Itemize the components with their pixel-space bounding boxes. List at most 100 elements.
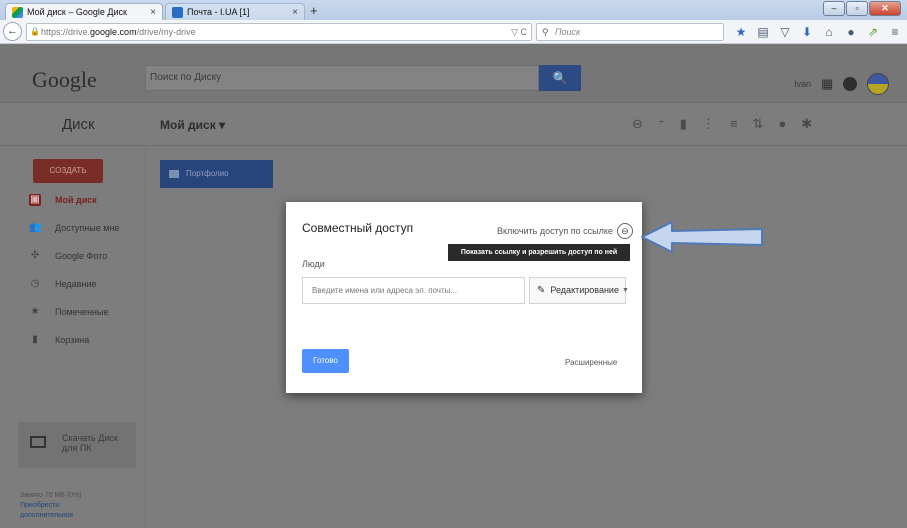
people-label: Люди xyxy=(302,259,325,269)
chat-icon[interactable]: ● xyxy=(840,22,862,42)
drive-search-input[interactable]: Поиск по Диску xyxy=(145,65,539,91)
sidebar-item-label: Доступные мне xyxy=(55,223,120,233)
url-prefix: https://drive. xyxy=(41,27,91,37)
pencil-icon: ✎ xyxy=(537,285,546,296)
download-label-line1: Скачать Диск xyxy=(62,433,118,443)
link-tooltip: Показать ссылку и разрешить доступ по не… xyxy=(448,244,630,261)
folder-item[interactable]: Портфолио xyxy=(160,160,273,188)
arrow-shape xyxy=(641,221,763,253)
sidebar-item-label: Недавние xyxy=(55,279,97,289)
more-icon[interactable]: ⋮ xyxy=(702,116,715,132)
sidebar-item-shared[interactable]: 👥 Доступные мне xyxy=(0,217,145,239)
address-bar[interactable]: 🔒 https://drive.google.com/drive/my-driv… xyxy=(26,23,532,41)
back-button[interactable]: ← xyxy=(3,22,22,41)
sidebar-item-trash[interactable]: ▮ Корзина xyxy=(0,329,145,351)
create-button[interactable]: СОЗДАТЬ xyxy=(33,159,103,183)
sidebar-item-my-drive[interactable]: ▣ Мой диск xyxy=(0,189,145,211)
download-drive-button[interactable]: Скачать Диск для ПК xyxy=(18,422,136,468)
star-icon: ★ xyxy=(30,306,40,317)
photos-icon: ✣ xyxy=(30,250,40,261)
sidebar-item-recent[interactable]: ◷ Недавние xyxy=(0,273,145,295)
settings-icon[interactable]: ✱ xyxy=(801,116,812,132)
buy-storage-link-line2[interactable]: дополнительное xyxy=(20,511,82,521)
folder-name: Портфолио xyxy=(186,169,229,178)
enable-link-sharing-button[interactable]: Включить доступ по ссылке ⊖ xyxy=(497,223,633,239)
link-icon[interactable]: ⊖ xyxy=(616,223,633,239)
app-title: Диск xyxy=(62,116,95,133)
tab-close-icon[interactable]: × xyxy=(150,7,156,18)
clock-icon: ◷ xyxy=(30,278,40,289)
notifications-icon[interactable] xyxy=(843,77,858,91)
lock-icon: 🔒 xyxy=(30,27,40,36)
star-icon[interactable]: ★ xyxy=(730,22,752,42)
buy-storage-link[interactable]: Приобрести xyxy=(20,501,82,511)
browser-navbar: ← 🔒 https://drive.google.com/drive/my-dr… xyxy=(0,20,907,44)
window-controls: – ▫ ✕ xyxy=(823,1,901,16)
share-dialog: Совместный доступ Включить доступ по ссы… xyxy=(286,202,642,393)
storage-info: Занято 70 МБ (0%) Приобрести дополнитель… xyxy=(20,491,82,521)
sidebar-divider xyxy=(145,147,146,528)
monitor-icon xyxy=(30,436,46,448)
info-icon[interactable]: ● xyxy=(778,116,786,132)
done-button[interactable]: Готово xyxy=(302,349,349,373)
google-logo[interactable]: Google xyxy=(32,67,97,93)
avatar[interactable] xyxy=(867,73,890,95)
sidebar-item-photos[interactable]: ✣ Google Фото xyxy=(0,245,145,267)
trash-icon[interactable]: ▮ xyxy=(680,116,687,132)
trash-icon: ▮ xyxy=(32,334,38,345)
location-dropdown[interactable]: Мой диск ▾ xyxy=(160,118,225,132)
people-input[interactable]: Введите имена или адреса эл. почты... xyxy=(302,277,525,304)
user-name[interactable]: Ivan xyxy=(794,79,811,89)
share-icon[interactable]: ⇗ xyxy=(862,22,884,42)
annotation-arrow xyxy=(641,221,763,253)
chevron-down-icon: ▼ xyxy=(621,287,629,294)
maximize-button[interactable]: ▫ xyxy=(846,1,868,16)
home-icon[interactable]: ⌂ xyxy=(818,22,840,42)
menu-icon[interactable]: ≡ xyxy=(884,22,906,42)
add-person-icon[interactable]: ⁺ xyxy=(658,116,665,132)
advanced-settings-link[interactable]: Расширенные xyxy=(565,358,617,367)
storage-used: Занято 70 МБ (0%) xyxy=(20,492,82,499)
reload-icon[interactable]: ▽ C xyxy=(511,24,527,40)
browser-search-placeholder: Поиск xyxy=(555,27,581,37)
permission-dropdown[interactable]: ✎ Редактирование ▼ xyxy=(529,277,629,304)
sidebar-item-label: Google Фото xyxy=(55,251,108,261)
drive-toolbar: Диск Мой диск ▾ ⊖ ⁺ ▮ ⋮ ≡ ⇅ ● ✱ xyxy=(0,104,907,146)
minimize-button[interactable]: – xyxy=(823,1,845,16)
sort-icon[interactable]: ⇅ xyxy=(753,116,764,132)
tab-title: Мой диск – Google Диск xyxy=(27,7,127,17)
mail-favicon-icon xyxy=(172,6,183,18)
list-view-icon[interactable]: ≡ xyxy=(730,116,738,132)
link-icon[interactable]: ⊖ xyxy=(632,116,643,132)
sidebar-item-label: Мой диск xyxy=(55,195,97,205)
toolbar-actions: ⊖ ⁺ ▮ ⋮ ≡ ⇅ ● ✱ xyxy=(632,116,812,132)
tab-title: Почта - I.UA [1] xyxy=(187,7,250,17)
dialog-title: Совместный доступ xyxy=(302,221,414,235)
tab-mail[interactable]: Почта - I.UA [1] × xyxy=(165,3,305,20)
google-drive-favicon-icon xyxy=(12,6,23,18)
apps-grid-icon[interactable]: ▦ xyxy=(821,76,833,92)
new-tab-button[interactable]: + xyxy=(310,3,318,18)
account-area: Ivan ▦ xyxy=(794,73,890,95)
browser-search-input[interactable]: ⚲ Поиск xyxy=(536,23,724,41)
drive-header: Google Поиск по Диску 🔍 Ivan ▦ xyxy=(0,45,907,103)
close-window-button[interactable]: ✕ xyxy=(869,1,901,16)
tab-close-icon[interactable]: × xyxy=(292,7,298,18)
permission-label: Редактирование xyxy=(550,285,619,295)
share-link-label: Включить доступ по ссылке xyxy=(497,226,613,236)
search-icon: ⚲ xyxy=(542,27,549,37)
folder-icon xyxy=(169,170,179,178)
url-path: /drive/my-drive xyxy=(136,27,196,37)
sidebar: СОЗДАТЬ ▣ Мой диск 👥 Доступные мне ✣ Goo… xyxy=(0,147,145,528)
drive-folder-icon: ▣ xyxy=(29,194,41,206)
drive-search-button[interactable]: 🔍 xyxy=(539,65,581,91)
download-label-line2: для ПК xyxy=(62,443,92,453)
tab-google-drive[interactable]: Мой диск – Google Диск × xyxy=(5,3,163,20)
bookmarks-icon[interactable]: ▤ xyxy=(752,22,774,42)
download-icon[interactable]: ⬇ xyxy=(796,22,818,42)
people-icon: 👥 xyxy=(29,222,42,233)
browser-titlebar: Мой диск – Google Диск × Почта - I.UA [1… xyxy=(0,0,907,20)
pocket-icon[interactable]: ▽ xyxy=(774,22,796,42)
sidebar-item-starred[interactable]: ★ Помеченные xyxy=(0,301,145,323)
sidebar-item-label: Помеченные xyxy=(55,307,109,317)
